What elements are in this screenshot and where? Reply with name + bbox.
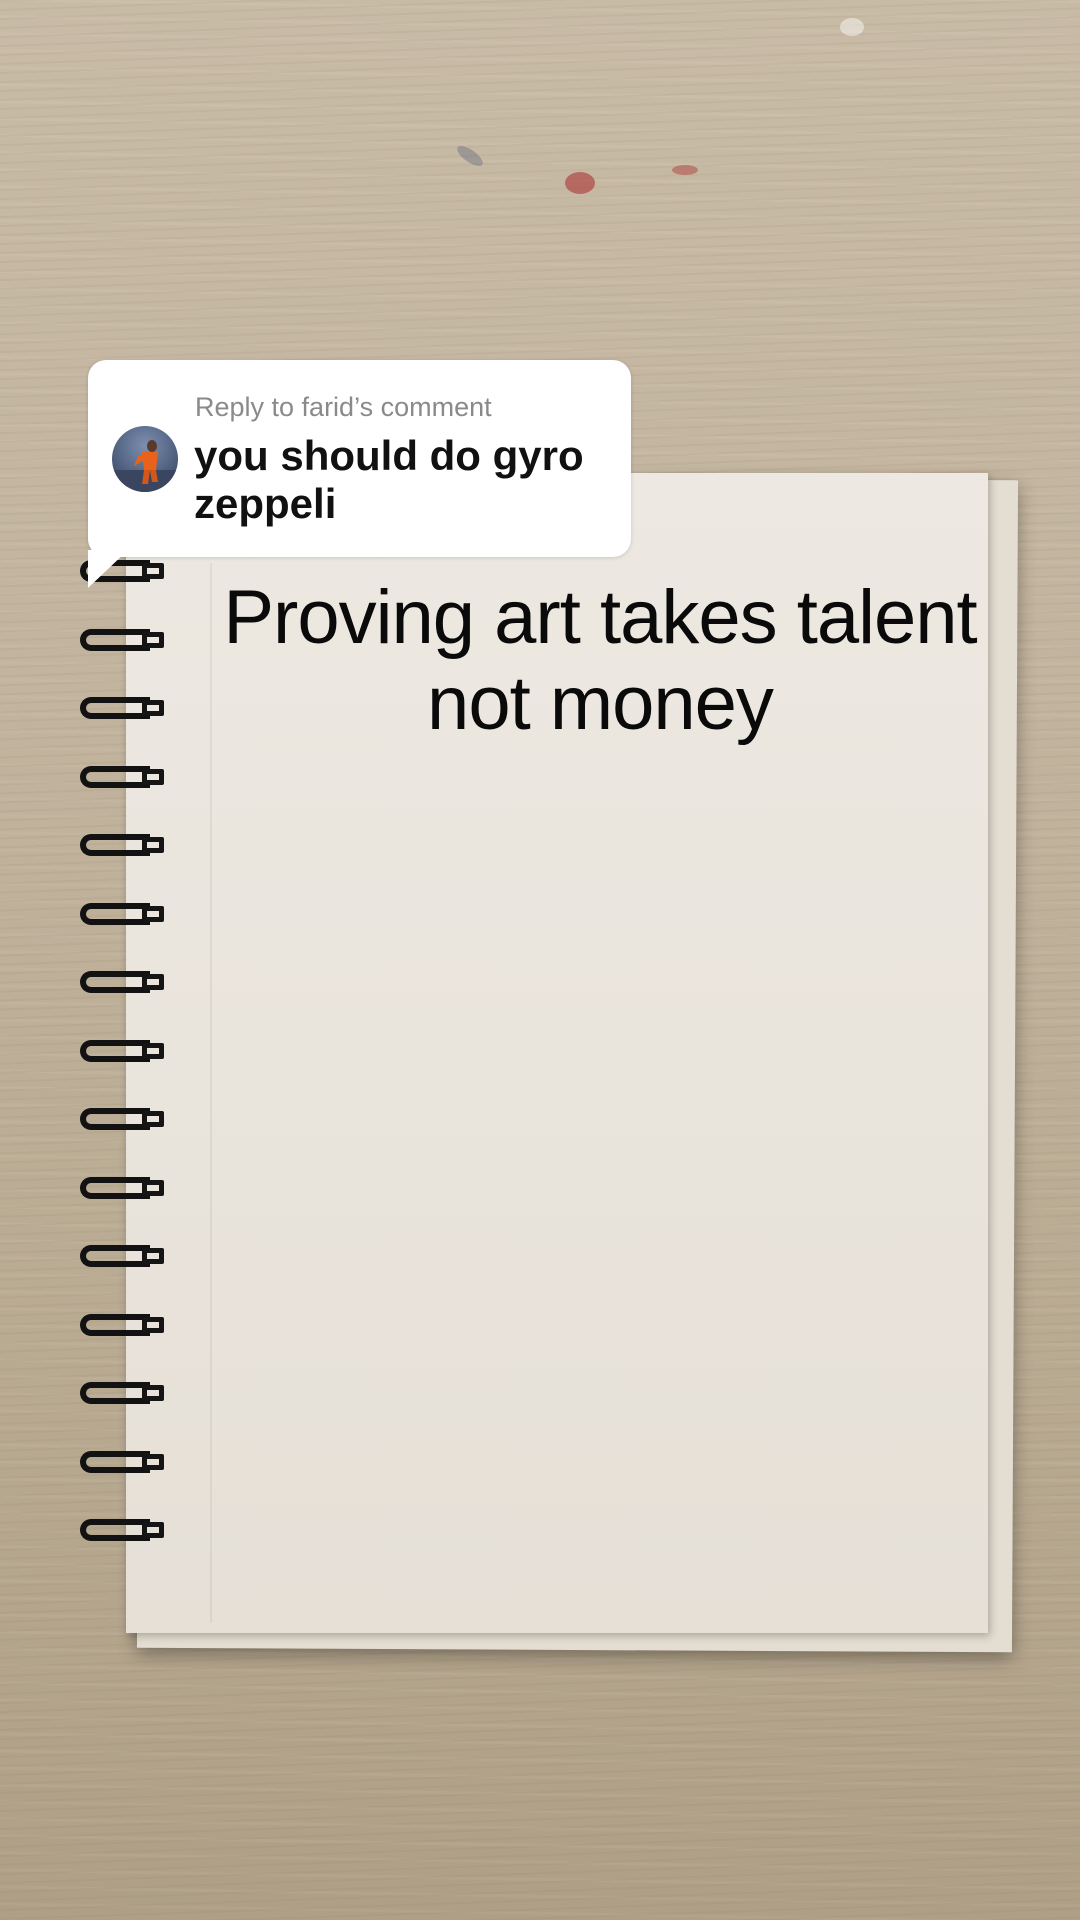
spiral-loop (80, 765, 150, 788)
spiral-loop (80, 1450, 150, 1473)
reply-label: Reply to farid’s comment (195, 392, 492, 422)
spiral-hole (142, 700, 164, 716)
spiral-ring (80, 834, 170, 856)
spiral-ring (80, 1450, 170, 1473)
video-frame: Proving art takes talent not money Reply… (0, 0, 1080, 1920)
spiral-loop (80, 1382, 150, 1404)
spiral-hole (142, 768, 164, 785)
video-caption: Proving art takes talent not money (200, 575, 1000, 747)
desk-mark (454, 142, 486, 170)
spiral-ring (80, 1176, 170, 1199)
spiral-ring (80, 1245, 170, 1267)
desk-mark (565, 172, 595, 194)
reply-to-comment-bubble[interactable]: Reply to farid’s comment you should do g… (88, 360, 631, 588)
spiral-hole (142, 1522, 164, 1538)
spiral-loop (80, 1039, 150, 1062)
desk-mark (672, 165, 698, 175)
spiral-hole (142, 1179, 164, 1196)
spiral-hole (142, 1248, 164, 1264)
spiral-ring (80, 628, 170, 651)
spiral-ring (80, 697, 170, 719)
spiral-hole (142, 837, 164, 853)
spiral-loop (80, 1313, 150, 1336)
spiral-loop (80, 834, 150, 856)
spiral-loop (80, 1519, 150, 1541)
spiral-loop (80, 697, 150, 719)
spiral-loop (80, 971, 150, 993)
spiral-ring (80, 1108, 170, 1130)
reply-comment-text: you should do gyro zeppeli (194, 432, 584, 527)
spiral-ring (80, 1039, 170, 1062)
bubble-tail (88, 550, 128, 588)
desk-mark (840, 18, 864, 36)
user-avatar-icon (112, 440, 178, 492)
spiral-hole (142, 974, 164, 990)
caption-line-1: Proving art takes talent (223, 575, 977, 660)
spiral-hole (142, 1316, 164, 1333)
spiral-hole (142, 1042, 164, 1059)
spiral-ring (80, 1519, 170, 1541)
commenter-avatar (112, 426, 178, 492)
spiral-ring (80, 971, 170, 993)
spiral-hole (142, 1111, 164, 1127)
spiral-hole (142, 631, 164, 648)
spiral-hole (142, 563, 164, 579)
spiral-hole (142, 1385, 164, 1401)
spiral-ring (80, 765, 170, 788)
spiral-ring (80, 902, 170, 925)
spiral-hole (142, 905, 164, 922)
caption-line-2: not money (427, 661, 774, 746)
spiral-ring (80, 1313, 170, 1336)
spiral-loop (80, 1245, 150, 1267)
spiral-hole (142, 1453, 164, 1470)
spiral-loop (80, 1176, 150, 1199)
spiral-loop (80, 902, 150, 925)
spiral-loop (80, 628, 150, 651)
spiral-loop (80, 1108, 150, 1130)
notebook-spiral-binding (70, 560, 180, 1660)
spiral-ring (80, 1382, 170, 1404)
